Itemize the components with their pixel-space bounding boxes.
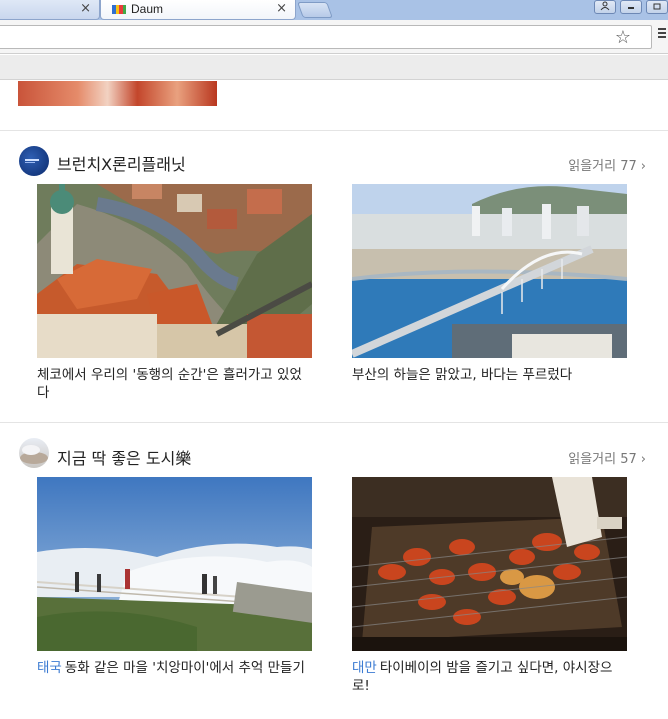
article-title: 타이베이의 밤을 즐기고 싶다면, 야시장으로! bbox=[352, 660, 613, 694]
chevron-right-icon: › bbox=[640, 159, 646, 174]
read-more-count: 77 bbox=[620, 159, 637, 174]
article-caption[interactable]: 체코에서 우리의 '동행의 순간'은 흘러가고 있었다 bbox=[37, 366, 309, 402]
article-caption[interactable]: 부산의 하늘은 맑았고, 바다는 푸르렀다 bbox=[352, 366, 624, 384]
article-category-link[interactable]: 대만 bbox=[352, 660, 377, 676]
article-title: 체코에서 우리의 '동행의 순간'은 흘러가고 있었다 bbox=[37, 367, 302, 401]
window-controls bbox=[594, 0, 668, 14]
article-category-link[interactable]: 태국 bbox=[37, 660, 62, 676]
channel-logo-icon[interactable] bbox=[19, 438, 49, 468]
restore-button[interactable] bbox=[646, 0, 668, 14]
article-title: 동화 같은 마을 '치앙마이'에서 추억 만들기 bbox=[64, 660, 305, 676]
section-divider bbox=[0, 422, 668, 423]
bookmark-star-icon[interactable]: ☆ bbox=[615, 29, 631, 47]
read-more-label: 읽을거리 bbox=[568, 452, 617, 467]
chevron-right-icon: › bbox=[640, 452, 646, 467]
browser-tab-previous[interactable]: × bbox=[0, 0, 100, 20]
article-title: 부산의 하늘은 맑았고, 바다는 푸르렀다 bbox=[352, 367, 573, 383]
bookmark-bar bbox=[0, 55, 668, 80]
article-thumbnail[interactable] bbox=[352, 184, 627, 358]
tab-close-icon[interactable]: × bbox=[276, 1, 287, 16]
minimize-button[interactable] bbox=[620, 0, 642, 14]
read-more-link[interactable]: 읽을거리 57 › bbox=[568, 448, 646, 467]
section-title[interactable]: 브런치X론리플래닛 bbox=[57, 151, 186, 175]
tab-close-icon[interactable]: × bbox=[80, 1, 91, 16]
address-bar[interactable]: ☆ bbox=[0, 25, 652, 49]
browser-toolbar: ☆ bbox=[0, 20, 668, 54]
browser-tab-strip: × Daum × bbox=[0, 0, 668, 20]
article-caption[interactable]: 태국 동화 같은 마을 '치앙마이'에서 추억 만들기 bbox=[37, 659, 309, 677]
tab-title: Daum bbox=[131, 2, 164, 16]
read-more-label: 읽을거리 bbox=[568, 159, 617, 174]
article-thumbnail[interactable] bbox=[37, 477, 312, 651]
read-more-count: 57 bbox=[620, 452, 637, 467]
user-profile-button[interactable] bbox=[594, 0, 616, 14]
channel-logo-icon[interactable] bbox=[19, 146, 49, 176]
previous-card-thumbnail[interactable] bbox=[18, 81, 217, 106]
user-icon bbox=[600, 1, 610, 11]
daum-favicon-icon bbox=[112, 5, 126, 14]
browser-tab-daum[interactable]: Daum × bbox=[100, 0, 296, 20]
section-divider bbox=[0, 130, 668, 131]
restore-icon bbox=[653, 3, 661, 10]
new-tab-button[interactable] bbox=[297, 2, 333, 18]
minimize-icon bbox=[628, 7, 634, 9]
browser-menu-icon[interactable] bbox=[658, 28, 666, 38]
read-more-link[interactable]: 읽을거리 77 › bbox=[568, 155, 646, 174]
article-thumbnail[interactable] bbox=[37, 184, 312, 358]
article-caption[interactable]: 대만 타이베이의 밤을 즐기고 싶다면, 야시장으로! bbox=[352, 659, 624, 695]
article-thumbnail[interactable] bbox=[352, 477, 627, 651]
section-title[interactable]: 지금 딱 좋은 도시樂 bbox=[57, 445, 191, 469]
